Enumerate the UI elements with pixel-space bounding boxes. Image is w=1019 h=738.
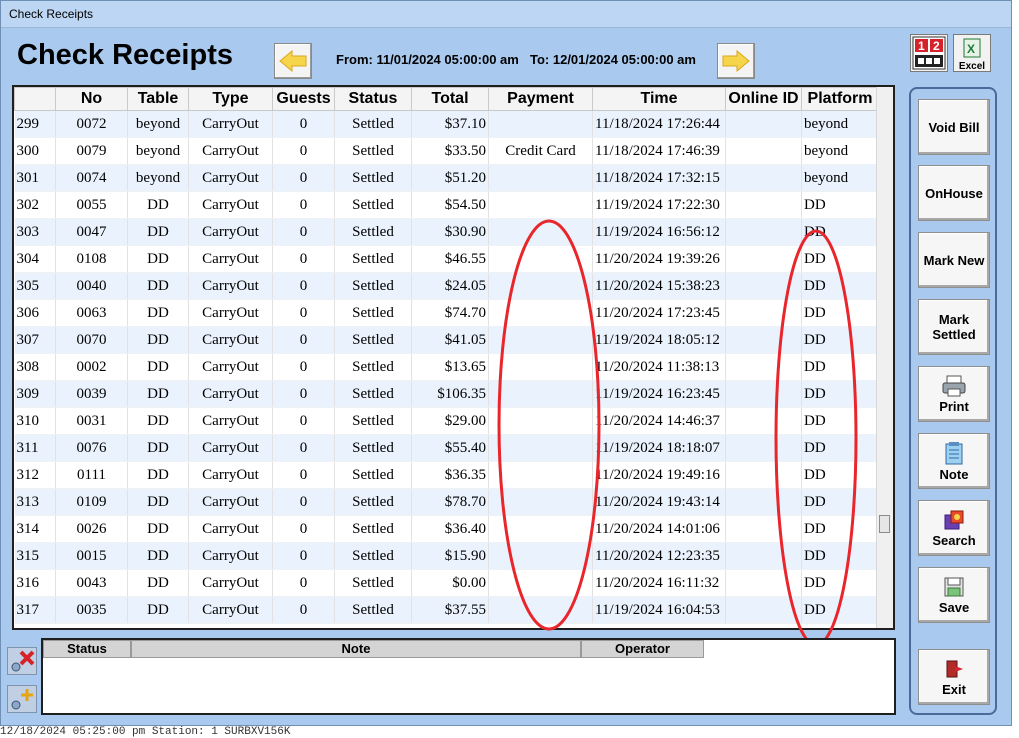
add-note-button[interactable]	[7, 685, 37, 713]
print-button[interactable]: Print	[918, 366, 990, 422]
search-icon	[944, 510, 964, 529]
exit-door-icon	[946, 660, 963, 677]
note-col-note: Note	[131, 640, 581, 658]
exit-button[interactable]: Exit	[918, 649, 990, 705]
search-label: Search	[932, 532, 976, 548]
action-panel: Void Bill OnHouse Mark New Mark Settled …	[909, 87, 997, 715]
note-grid-header: Status Note Operator	[43, 640, 894, 658]
mark-new-button[interactable]: Mark New	[918, 232, 990, 288]
platform-annotation-ellipse	[774, 229, 858, 647]
check-receipts-window: Check Receipts Check Receipts From: 11/0…	[0, 0, 1012, 726]
exit-label: Exit	[942, 681, 966, 697]
note-label: Note	[939, 466, 969, 482]
save-disk-icon	[944, 577, 964, 596]
note-grid: Status Note Operator	[41, 638, 896, 715]
delete-note-button[interactable]	[7, 647, 37, 675]
onhouse-button[interactable]: OnHouse	[918, 165, 990, 221]
save-button[interactable]: Save	[918, 567, 990, 623]
delete-x-icon	[11, 650, 35, 672]
mark-new-label: Mark New	[923, 252, 985, 268]
void-bill-button[interactable]: Void Bill	[918, 99, 990, 155]
printer-icon	[942, 375, 966, 396]
onhouse-label: OnHouse	[925, 185, 983, 201]
note-col-status: Status	[43, 640, 131, 658]
note-button[interactable]: Note	[918, 433, 990, 489]
print-label: Print	[939, 398, 969, 414]
mark-settled-button[interactable]: Mark Settled	[918, 299, 990, 355]
void-bill-label: Void Bill	[928, 119, 980, 135]
status-bar: 12/18/2024 05:25:00 pm Station: 1 SURBXV…	[0, 726, 291, 738]
notepad-icon	[945, 441, 963, 464]
annotation-layer	[497, 219, 858, 647]
note-col-operator: Operator	[581, 640, 704, 658]
add-plus-icon	[11, 689, 33, 710]
search-button[interactable]: Search	[918, 500, 990, 556]
mark-settled-label: Mark Settled	[932, 312, 976, 342]
payment-annotation-ellipse	[497, 219, 601, 631]
save-label: Save	[938, 599, 970, 615]
